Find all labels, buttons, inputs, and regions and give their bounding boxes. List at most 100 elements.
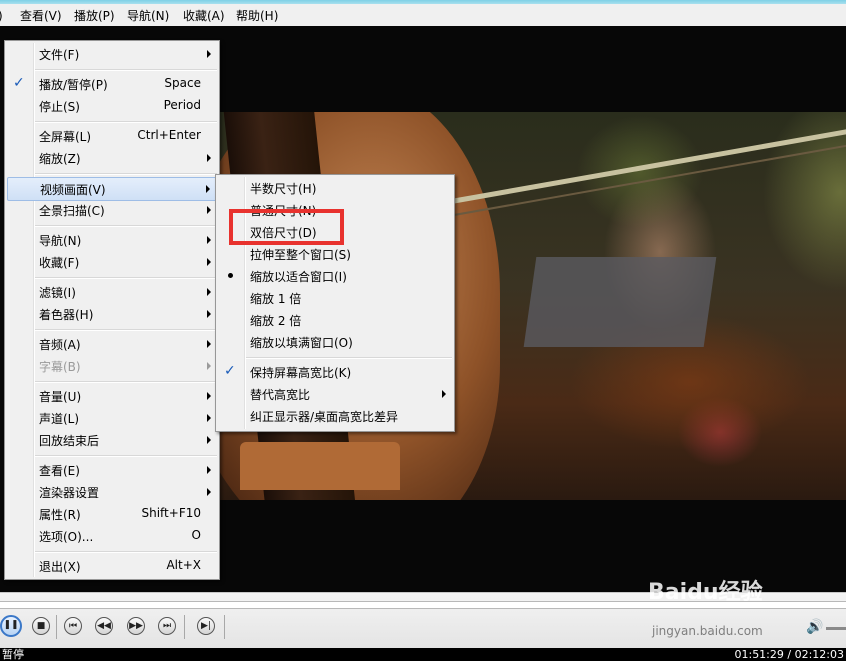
menu-separator: [35, 173, 217, 175]
volume-slider[interactable]: [826, 627, 846, 630]
menu-separator: [35, 455, 217, 457]
skip-back-button[interactable]: ⏮: [64, 617, 82, 635]
menubar-item-view[interactable]: 查看(V): [20, 8, 62, 24]
submenu-arrow-icon: [207, 362, 211, 370]
menu-separator: [35, 69, 217, 71]
watermark-logo: Baidu经验: [648, 580, 763, 605]
submenu-arrow-icon: [207, 436, 211, 444]
context-menu: 文件(F) ✓ 播放/暂停(P) Space 停止(S) Period 全屏幕(…: [4, 40, 220, 580]
pause-button[interactable]: ❚❚: [0, 615, 22, 637]
menu-item-label: 缩放(Z): [39, 152, 81, 166]
skip-back-icon: ⏮: [68, 621, 78, 631]
menu-item-label: 全景扫描(C): [39, 204, 105, 218]
menu-separator: [246, 357, 452, 359]
menu-item-zoom[interactable]: 缩放(Z): [7, 147, 217, 169]
menu-item-override-aspect-ratio[interactable]: 替代高宽比: [218, 383, 452, 405]
menu-separator: [35, 121, 217, 123]
menu-item-label: 着色器(H): [39, 308, 94, 322]
menu-item-fill-window[interactable]: 缩放以填满窗口(O): [218, 331, 452, 353]
speaker-icon[interactable]: 🔊: [806, 619, 823, 635]
fast-forward-icon: ▶▶: [129, 621, 143, 631]
menu-item-file[interactable]: 文件(F): [7, 43, 217, 65]
menu-item-navigate[interactable]: 导航(N): [7, 229, 217, 251]
menu-item-channels[interactable]: 声道(L): [7, 407, 217, 429]
menu-item-after-playback[interactable]: 回放结束后: [7, 429, 217, 451]
menu-item-shortcut: Space: [164, 76, 201, 90]
menu-item-exit[interactable]: 退出(X) Alt+X: [7, 555, 217, 577]
frame-step-button[interactable]: ▶|: [197, 617, 215, 635]
menu-item-favorites[interactable]: 收藏(F): [7, 251, 217, 273]
menu-item-fit-window[interactable]: 缩放以适合窗口(I): [218, 265, 452, 287]
video-bridge-shape: [240, 442, 400, 490]
submenu-arrow-icon: [207, 414, 211, 422]
menu-item-subtitles: 字幕(B): [7, 355, 217, 377]
menubar-item-play[interactable]: 播放(P): [74, 8, 115, 24]
menu-item-shortcut: Ctrl+Enter: [137, 128, 201, 142]
submenu-arrow-icon: [207, 236, 211, 244]
menu-item-correct-monitor-aspect[interactable]: 纠正显示器/桌面高宽比差异: [218, 405, 452, 427]
menu-item-video-frame[interactable]: 视频画面(V): [7, 177, 217, 201]
submenu-arrow-icon: [207, 392, 211, 400]
rewind-icon: ◀◀: [97, 621, 111, 631]
menu-item-shaders[interactable]: 着色器(H): [7, 303, 217, 325]
menu-item-shortcut: O: [191, 528, 201, 542]
rewind-button[interactable]: ◀◀: [95, 617, 113, 635]
submenu-arrow-icon: [207, 154, 211, 162]
menu-item-label: 属性(R): [39, 508, 81, 522]
checkmark-icon: ✓: [224, 363, 236, 379]
menu-item-zoom-2x[interactable]: 缩放 2 倍: [218, 309, 452, 331]
submenu-arrow-icon: [207, 206, 211, 214]
menubar-item-favorites[interactable]: 收藏(A): [183, 8, 225, 24]
skip-forward-icon: ⏭: [162, 621, 172, 631]
menu-item-label: 渲染器设置: [39, 486, 100, 500]
menu-item-label: 半数尺寸(H): [250, 182, 317, 196]
menubar-item-navigate[interactable]: 导航(N): [127, 8, 169, 24]
menu-item-label: 回放结束后: [39, 434, 100, 448]
menu-item-pan-scan[interactable]: 全景扫描(C): [7, 199, 217, 221]
menubar-item-partial[interactable]: ): [0, 8, 3, 24]
menu-item-filters[interactable]: 滤镜(I): [7, 281, 217, 303]
stop-button[interactable]: ■: [32, 617, 50, 635]
menu-item-fullscreen[interactable]: 全屏幕(L) Ctrl+Enter: [7, 125, 217, 147]
menu-item-label: 字幕(B): [39, 360, 81, 374]
video-bow-stick-shape: [419, 136, 846, 222]
toolbar-separator: [56, 615, 57, 639]
menu-item-label: 纠正显示器/桌面高宽比差异: [250, 410, 399, 424]
toolbar-separator: [184, 615, 185, 639]
menu-item-audio[interactable]: 音频(A): [7, 333, 217, 355]
menubar-item-help[interactable]: 帮助(H): [236, 8, 278, 24]
menu-item-play-pause[interactable]: ✓ 播放/暂停(P) Space: [7, 73, 217, 95]
submenu-arrow-icon: [442, 390, 446, 398]
menu-bar: ) 查看(V) 播放(P) 导航(N) 收藏(A) 帮助(H): [0, 4, 846, 27]
menu-item-label: 导航(N): [39, 234, 82, 248]
skip-forward-button[interactable]: ⏭: [158, 617, 176, 635]
menu-item-stretch-to-window[interactable]: 拉伸至整个窗口(S): [218, 243, 452, 265]
annotation-highlight-box: [229, 209, 344, 245]
menu-item-view[interactable]: 查看(E): [7, 459, 217, 481]
submenu-arrow-icon: [206, 185, 210, 193]
menu-item-properties[interactable]: 属性(R) Shift+F10: [7, 503, 217, 525]
menu-item-label: 缩放以适合窗口(I): [250, 270, 347, 284]
menu-item-label: 视频画面(V): [40, 183, 106, 197]
menu-item-label: 选项(O)...: [39, 530, 94, 544]
checkmark-icon: ✓: [13, 75, 25, 91]
menu-item-half-size[interactable]: 半数尺寸(H): [218, 177, 452, 199]
menu-item-stop[interactable]: 停止(S) Period: [7, 95, 217, 117]
menu-separator: [35, 225, 217, 227]
menu-item-keep-aspect-ratio[interactable]: ✓ 保持屏幕高宽比(K): [218, 361, 452, 383]
stop-icon: ■: [36, 621, 46, 631]
submenu-arrow-icon: [207, 466, 211, 474]
menu-item-renderer-settings[interactable]: 渲染器设置: [7, 481, 217, 503]
fast-forward-button[interactable]: ▶▶: [127, 617, 145, 635]
submenu-arrow-icon: [207, 288, 211, 296]
menu-item-label: 保持屏幕高宽比(K): [250, 366, 352, 380]
menu-item-label: 播放/暂停(P): [39, 78, 108, 92]
menu-separator: [35, 277, 217, 279]
status-text: 暂停: [2, 648, 24, 661]
radio-bullet-icon: [228, 273, 233, 278]
menu-item-options[interactable]: 选项(O)... O: [7, 525, 217, 547]
menu-item-shortcut: Period: [163, 98, 201, 112]
menu-item-label: 退出(X): [39, 560, 81, 574]
menu-item-volume[interactable]: 音量(U): [7, 385, 217, 407]
menu-item-zoom-1x[interactable]: 缩放 1 倍: [218, 287, 452, 309]
